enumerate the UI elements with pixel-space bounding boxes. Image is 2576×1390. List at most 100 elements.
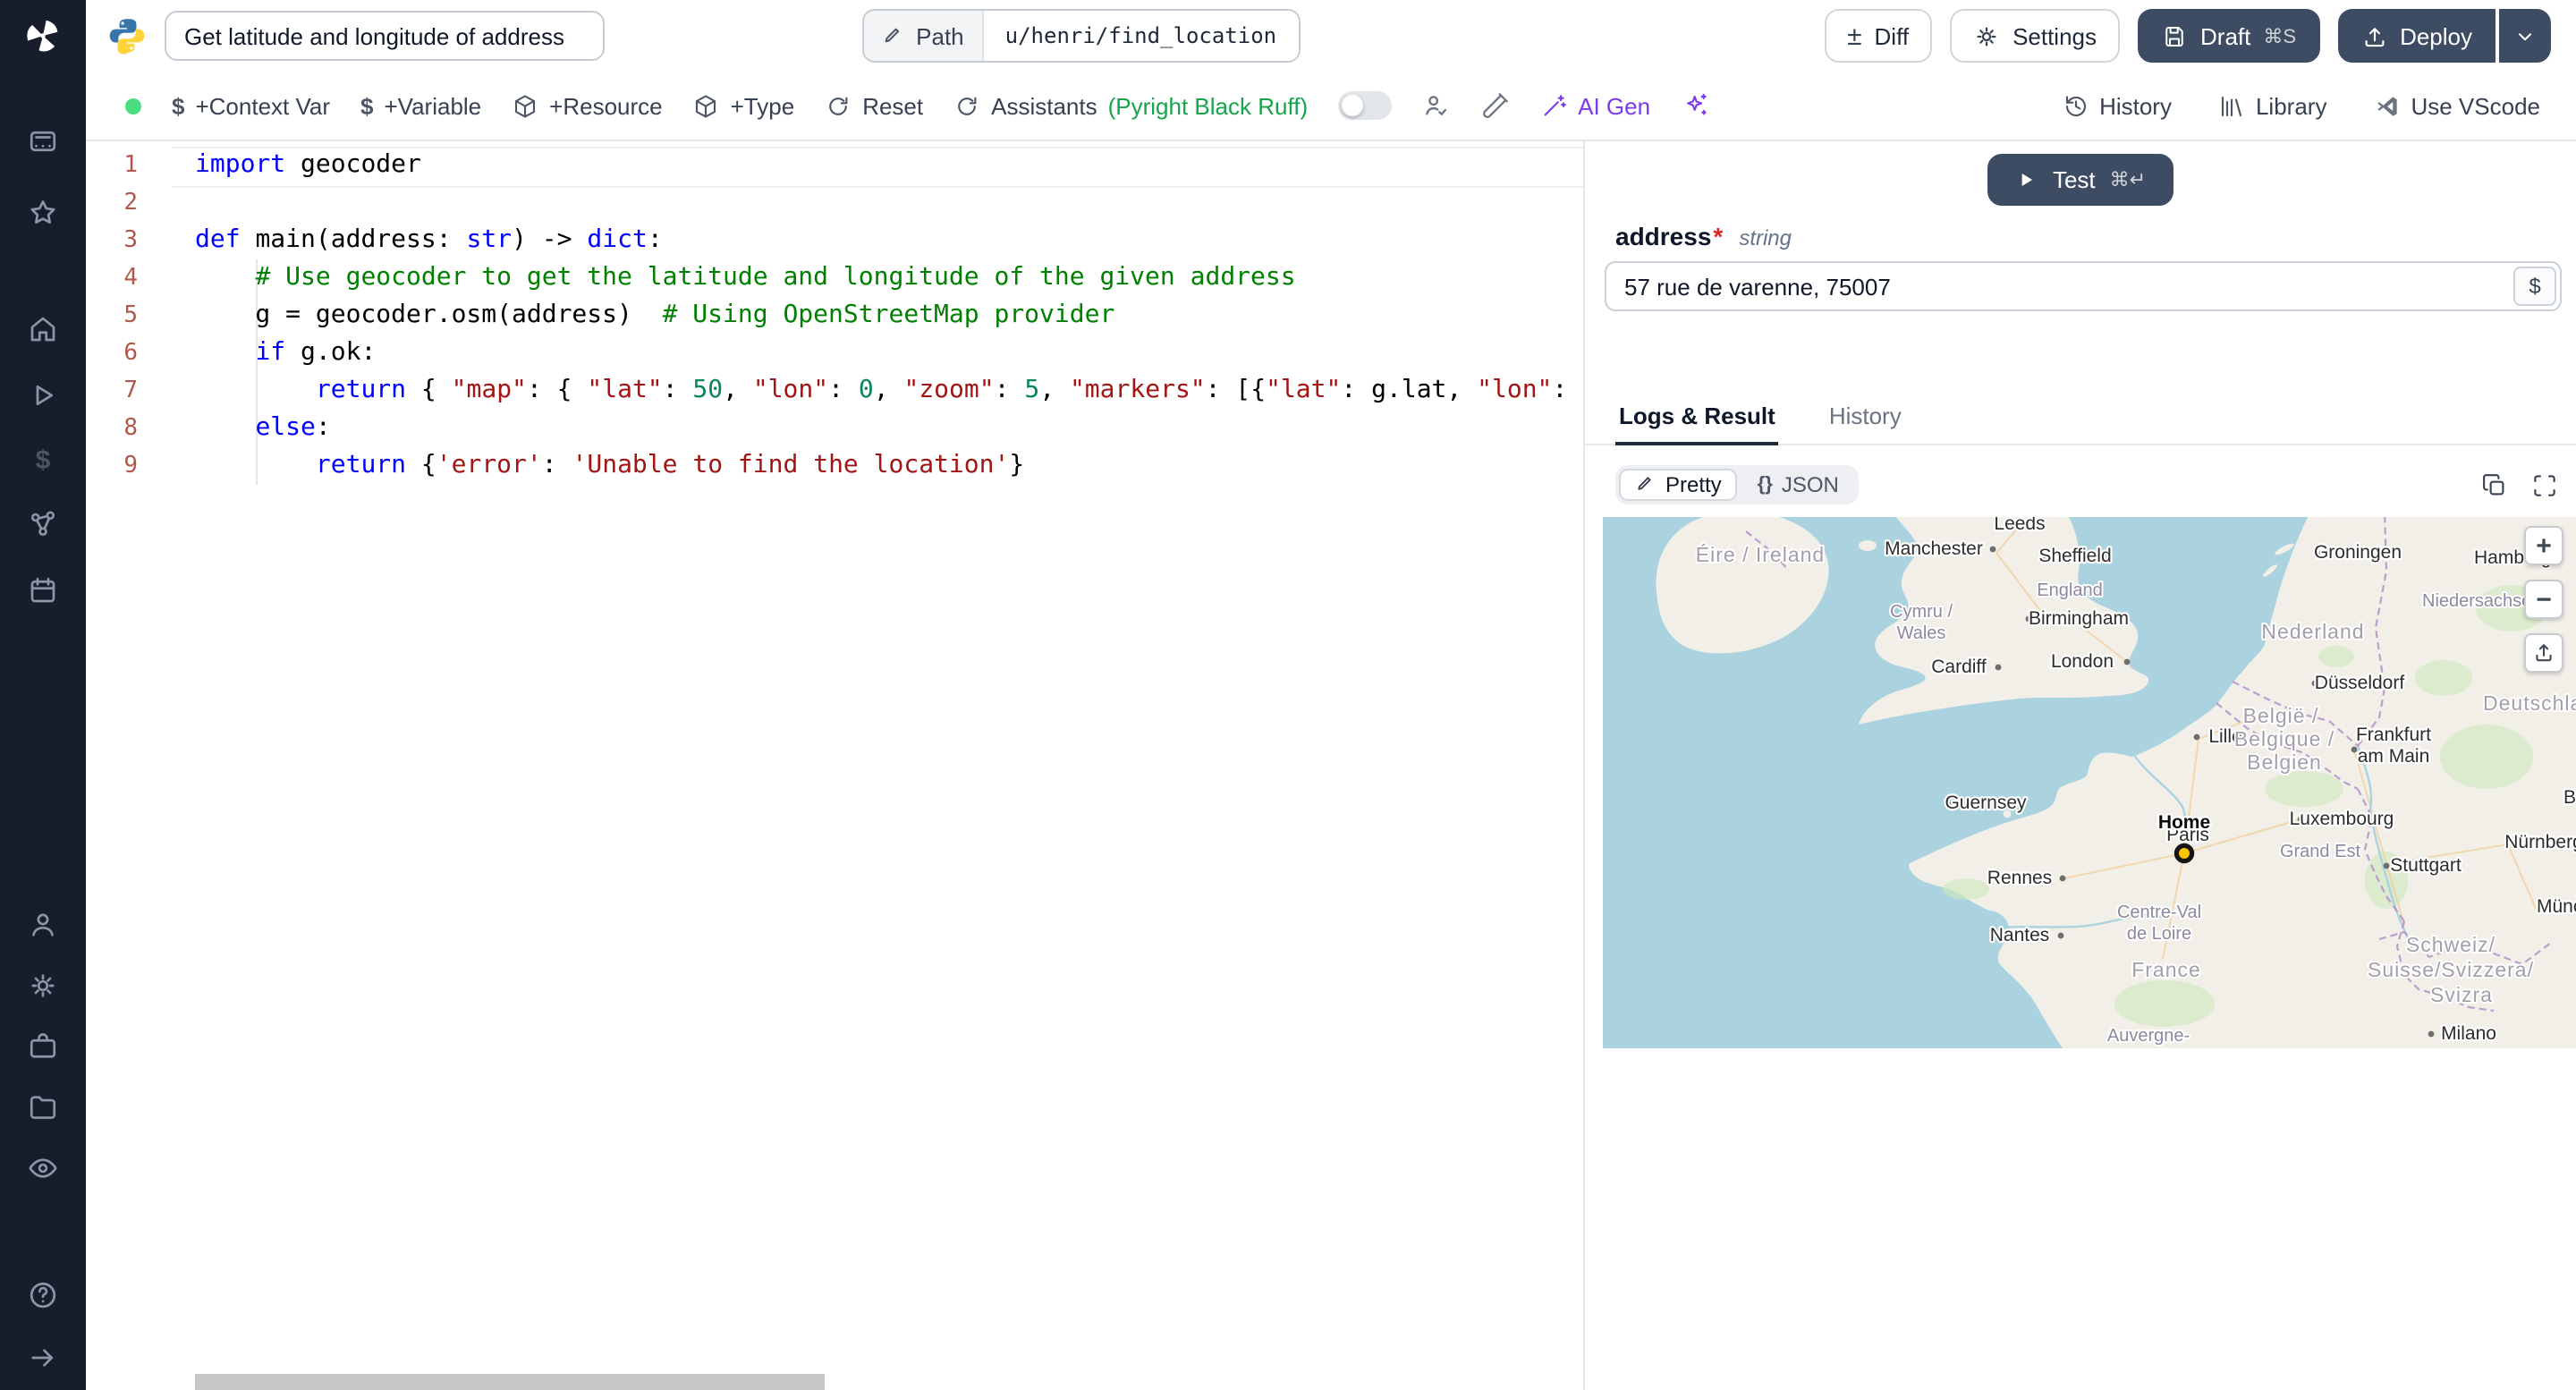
line-number: 1: [123, 152, 138, 179]
gear-icon: [1977, 26, 1996, 46]
test-button[interactable]: Test ⌘↵: [1987, 154, 2174, 206]
map-label: Bo: [2563, 787, 2576, 808]
editor-toolbar: $ +Context Var $ +Variable +Resource +Ty…: [86, 72, 2576, 141]
deploy-button[interactable]: Deploy: [2337, 9, 2496, 63]
map-city-dot: [2428, 1030, 2435, 1038]
test-tube-icon[interactable]: [1481, 91, 1510, 120]
map-label: Svizra: [2430, 983, 2493, 1006]
add-variable-button[interactable]: $ +Variable: [360, 92, 481, 119]
map-label: Groningen: [2314, 542, 2402, 563]
map-city-dot: [2057, 932, 2064, 939]
assistants-detail: (Pyright Black Ruff): [1107, 92, 1309, 119]
help-icon[interactable]: [21, 1274, 64, 1317]
schedules-icon[interactable]: [21, 569, 64, 612]
flows-icon[interactable]: [21, 503, 64, 546]
test-shortcut: ⌘↵: [2109, 170, 2147, 191]
code-line: import geocoder: [195, 150, 421, 179]
editor-hscrollbar[interactable]: [195, 1374, 825, 1390]
sparkles-icon[interactable]: [1681, 91, 1709, 120]
workers-icon[interactable]: [21, 1025, 64, 1068]
add-context-var-button[interactable]: $ +Context Var: [172, 92, 330, 119]
windmill-app: $ Get latitude and longitude of address …: [0, 0, 2576, 1390]
recenter-arrow-icon: [2536, 644, 2552, 662]
refresh-icon: [829, 96, 848, 114]
map-label: Leeds: [1994, 517, 2045, 534]
map-label: Sheffield: [2038, 546, 2111, 566]
diff-icon: ±: [1847, 21, 1862, 51]
deploy-upload-icon: [2364, 27, 2384, 47]
map-label: Schweiz/: [2406, 933, 2496, 956]
copy-result-icon[interactable]: [2481, 471, 2508, 498]
add-type-button[interactable]: +Type: [693, 92, 794, 119]
view-mode-toggle: Pretty {} JSON: [1615, 465, 1859, 504]
map-label: Éire / Ireland: [1696, 543, 1825, 566]
zoom-out-button[interactable]: −: [2524, 580, 2563, 619]
content: 1 2 3 4 5 6 7 8 9 import geocoder def main(addres…: [86, 141, 2576, 1390]
runs-icon[interactable]: [21, 374, 64, 417]
line-number: 8: [123, 415, 138, 442]
add-resource-button[interactable]: +Resource: [512, 92, 663, 119]
assistants-button[interactable]: Assistants (Pyright Black Ruff): [953, 92, 1308, 119]
result-map[interactable]: Leeds Éire / Ireland Manchester Sheffield En…: [1603, 517, 2576, 1048]
variables-icon[interactable]: $: [21, 438, 64, 481]
map-label: Deutschland: [2483, 691, 2576, 715]
code-line: return {'error': 'Unable to find the loc…: [315, 451, 1025, 479]
code-line: if g.ok:: [255, 338, 377, 367]
windmill-logo[interactable]: [21, 14, 64, 57]
map-label: München: [2537, 896, 2576, 917]
audit-logs-eye-icon[interactable]: [21, 1147, 64, 1190]
collapse-sidebar-icon[interactable]: [21, 1336, 64, 1379]
insert-variable-button[interactable]: $: [2513, 267, 2556, 306]
map-label: Belgien: [2247, 750, 2322, 774]
argument-type: string: [1739, 225, 1792, 250]
json-toggle[interactable]: {} JSON: [1741, 469, 1855, 501]
map-label: Auvergne-: [2107, 1026, 2190, 1046]
history-button[interactable]: History: [2062, 92, 2172, 119]
code-line: def main(address: str) -> dict:: [195, 225, 663, 254]
user-check-icon[interactable]: [1422, 91, 1451, 120]
chevron-down-icon: [2519, 32, 2531, 40]
tab-logs-result[interactable]: Logs & Result: [1615, 394, 1779, 445]
map-label: Nantes: [1990, 925, 2050, 945]
line-number: 4: [123, 265, 138, 292]
expand-result-icon[interactable]: [2531, 471, 2558, 498]
home-marker[interactable]: [2174, 843, 2195, 864]
path-control[interactable]: Path u/henri/find_location: [862, 9, 1301, 63]
settings-button[interactable]: Settings: [1950, 9, 2121, 63]
status-dot: [125, 97, 141, 114]
folders-icon[interactable]: [21, 1086, 64, 1129]
draft-button[interactable]: Draft ⌘S: [2138, 9, 2320, 63]
use-vscode-button[interactable]: Use VScode: [2373, 92, 2540, 119]
diff-button[interactable]: ± Diff: [1824, 9, 1933, 63]
apps-icon[interactable]: [21, 120, 64, 163]
home-icon[interactable]: [21, 308, 64, 351]
map-canvas[interactable]: Leeds Éire / Ireland Manchester Sheffield En…: [1603, 517, 2576, 1048]
library-button[interactable]: Library: [2218, 92, 2326, 119]
users-icon[interactable]: [21, 903, 64, 946]
settings-gear-icon[interactable]: [21, 964, 64, 1007]
map-city-dot: [2059, 875, 2066, 882]
tab-history[interactable]: History: [1826, 394, 1905, 444]
pen-icon: [1638, 477, 1651, 490]
header: Path u/henri/find_location ± Diff Settin…: [86, 0, 2576, 72]
script-name-input[interactable]: [165, 11, 605, 61]
map-city-dot: [1995, 664, 2002, 671]
line-number: 7: [123, 377, 138, 404]
map-label: Wales: [1897, 623, 1946, 643]
code-editor[interactable]: 1 2 3 4 5 6 7 8 9 import geocoder def main(addres…: [86, 141, 1585, 1390]
favorites-star-icon[interactable]: [21, 191, 64, 234]
zoom-in-button[interactable]: +: [2524, 526, 2563, 565]
assistant-toggle[interactable]: [1338, 91, 1393, 120]
map-recenter-button[interactable]: [2524, 633, 2563, 673]
map-city-dot: [2383, 862, 2390, 869]
path-label: Path: [916, 22, 964, 49]
map-label: Manchester: [1885, 538, 1983, 559]
pencil-icon: [885, 27, 900, 42]
deploy-more-button[interactable]: [2499, 9, 2551, 63]
map-label: France: [2131, 958, 2201, 981]
pretty-toggle[interactable]: Pretty: [1619, 469, 1738, 501]
reset-button[interactable]: Reset: [825, 92, 923, 119]
address-input[interactable]: [1605, 261, 2562, 311]
ai-gen-button[interactable]: AI Gen: [1540, 92, 1650, 119]
